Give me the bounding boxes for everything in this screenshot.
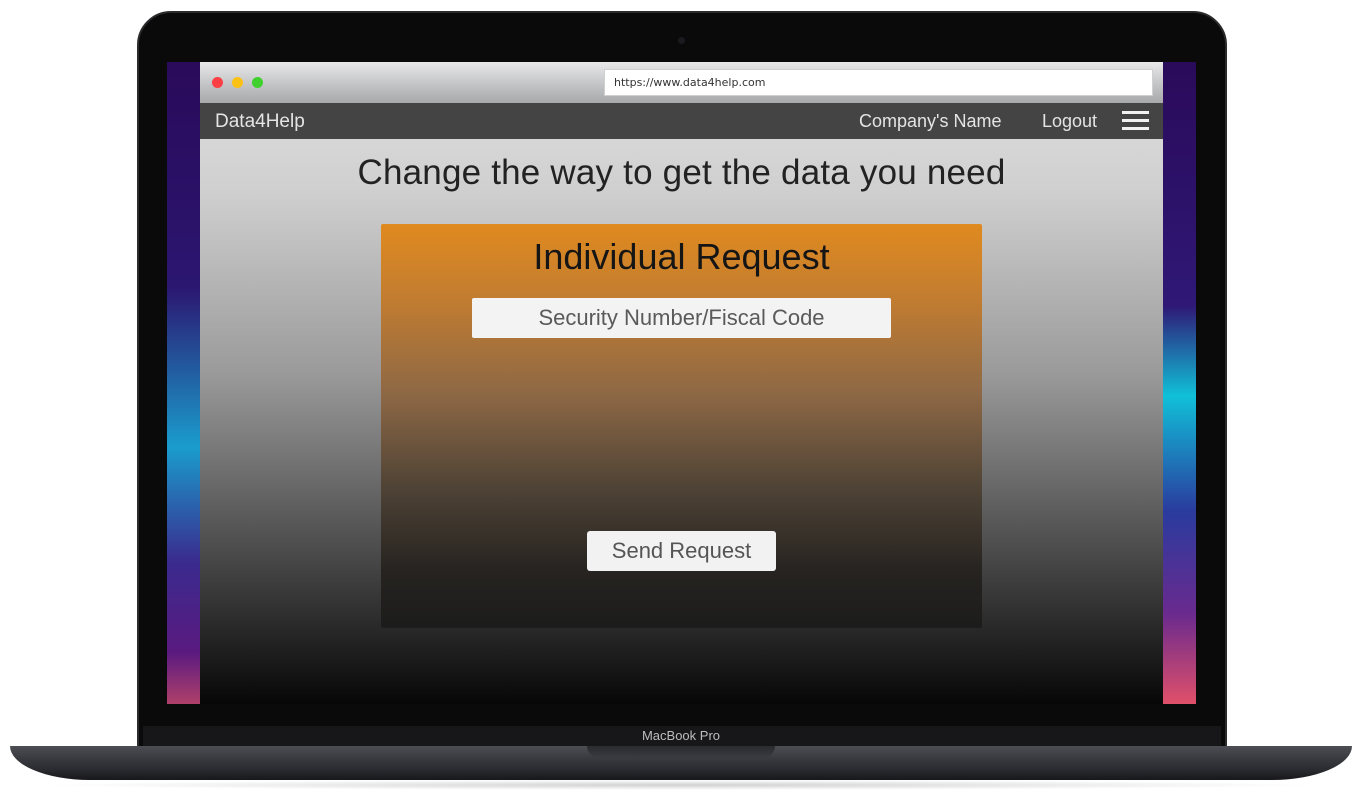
page-headline: Change the way to get the data you need <box>357 153 1006 192</box>
individual-request-card: Individual Request Send Request <box>381 224 982 628</box>
web-page: Data4Help Company's Name Logout Change t… <box>200 103 1163 704</box>
hamburger-bar <box>1122 127 1149 130</box>
logout-link[interactable]: Logout <box>1042 111 1097 132</box>
wallpaper-right-strip <box>1163 62 1196 704</box>
minimize-window-button[interactable] <box>232 77 243 88</box>
site-navbar: Data4Help Company's Name Logout <box>200 103 1163 139</box>
lid-opening-notch <box>587 746 775 758</box>
site-brand-logo[interactable]: Data4Help <box>215 111 305 133</box>
zoom-window-button[interactable] <box>252 77 263 88</box>
hamburger-menu-icon[interactable] <box>1122 110 1149 131</box>
laptop-mockup: https://www.data4help.com Data4Help Comp… <box>0 0 1362 796</box>
webcam <box>678 37 685 44</box>
card-title: Individual Request <box>533 236 830 277</box>
browser-titlebar: https://www.data4help.com <box>200 62 1163 103</box>
hamburger-bar <box>1122 111 1149 114</box>
device-model-label: MacBook Pro <box>641 728 721 743</box>
fiscal-code-input[interactable] <box>472 298 891 338</box>
company-name-link[interactable]: Company's Name <box>859 111 1002 132</box>
send-request-button[interactable]: Send Request <box>587 531 776 571</box>
browser-window: https://www.data4help.com Data4Help Comp… <box>200 62 1163 704</box>
hamburger-bar <box>1122 119 1149 122</box>
address-bar-url: https://www.data4help.com <box>614 76 766 89</box>
address-bar[interactable]: https://www.data4help.com <box>604 69 1153 96</box>
laptop-shadow <box>40 780 1322 790</box>
wallpaper-left-strip <box>167 62 200 704</box>
close-window-button[interactable] <box>212 77 223 88</box>
